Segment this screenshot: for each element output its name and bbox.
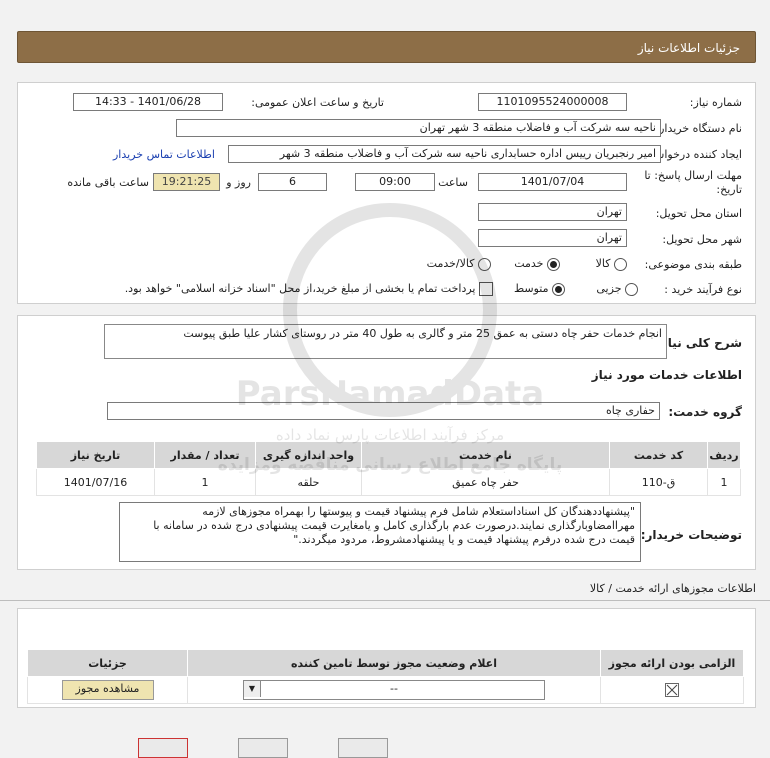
table-row: 1 ق-110 حفر چاه عمیق حلقه 1 1401/07/16 [36,468,741,496]
col-permit-details: جزئیات [27,649,188,677]
buyer-org-label: نام دستگاه خریدار: [655,122,742,135]
deadline-time-label: ساعت [438,176,468,189]
process-medium-radio[interactable] [552,282,565,296]
permits-panel: الزامی بودن ارائه مجوز اعلام وضعیت مجوز … [17,608,756,708]
col-row-number: ردیف [707,441,741,469]
category-goods-label: کالا [595,257,611,270]
col-service-code: کد خدمت [609,441,708,469]
category-goods-service-radio[interactable] [478,257,491,271]
page-title: جزئیات اطلاعات نیاز [637,41,740,55]
description-field: انجام خدمات حفر چاه دستی به عمق 25 متر و… [104,324,667,359]
deadline-time-field: 09:00 [355,173,435,191]
process-medium-label: متوسط [513,282,549,295]
cell-row-number: 1 [707,468,741,496]
buyer-contact-link[interactable]: اطلاعات تماس خریدار [113,148,215,161]
services-table-header: ردیف کد خدمت نام خدمت واحد اندازه گیری ت… [36,441,741,469]
col-unit: واحد اندازه گیری [255,441,362,469]
cell-unit: حلقه [255,468,362,496]
buyer-notes-field: "پیشنهاددهندگان کل اسناداستعلام شامل فرم… [119,502,641,562]
treasury-payment-option[interactable]: پرداخت تمام یا بخشی از مبلغ خرید،از محل … [125,282,493,296]
process-minor-radio[interactable] [625,282,638,296]
cell-need-date: 1401/07/16 [36,468,155,496]
permit-status-value: -- [390,682,398,695]
cell-service-name: حفر چاه عمیق [361,468,610,496]
city-label: شهر محل تحویل: [662,233,742,246]
close-icon [666,684,678,696]
permit-status-select[interactable]: -- ▼ [243,680,545,700]
bottom-action-button-3[interactable] [338,738,388,758]
buyer-notes-label: توضیحات خریدار: [640,528,742,542]
category-goods-service-label: کالا/خدمت [426,257,475,270]
category-service-label: خدمت [514,257,544,270]
description-label: شرح کلی نیاز: [656,336,742,350]
city-field: تهران [478,229,627,247]
service-group-label: گروه خدمت: [668,405,742,419]
service-group-field: حفاری چاه [107,402,660,420]
announce-datetime-field: 1401/06/28 - 14:33 [73,93,223,111]
chevron-down-icon: ▼ [244,681,261,697]
col-quantity: تعداد / مقدار [154,441,256,469]
bottom-action-button-1[interactable] [138,738,188,758]
process-type-label: نوع فرآیند خرید : [664,283,742,296]
remaining-time-field: 19:21:25 [153,173,220,191]
deadline-date-label: تاریخ: [716,183,742,196]
category-goods-radio[interactable] [614,257,627,271]
province-label: استان محل تحویل: [655,207,742,220]
need-info-panel: شماره نیاز: 1101095524000008 تاریخ و ساع… [17,82,756,304]
treasury-payment-label: پرداخت تمام یا بخشی از مبلغ خرید،از محل … [124,282,476,295]
deadline-label: مهلت ارسال پاسخ: تا [644,169,742,182]
category-option-service[interactable]: خدمت [514,257,560,271]
services-table: ردیف کد خدمت نام خدمت واحد اندازه گیری ت… [36,441,741,496]
col-need-date: تاریخ نیاز [36,441,155,469]
permits-table: الزامی بودن ارائه مجوز اعلام وضعیت مجوز … [27,649,744,704]
permit-required-checkbox [665,683,679,697]
cell-permit-required [600,676,744,704]
services-section-title: اطلاعات خدمات مورد نیاز [591,368,742,382]
cell-permit-status: -- ▼ [187,676,601,704]
need-number-label: شماره نیاز: [689,96,742,109]
col-service-name: نام خدمت [361,441,610,469]
col-permit-status: اعلام وضعیت مجوز توسط تامین کننده [187,649,601,677]
days-label: روز و [226,176,251,189]
category-option-goods-service[interactable]: کالا/خدمت [427,257,491,271]
need-detail-panel: شرح کلی نیاز: انجام خدمات حفر چاه دستی ب… [17,315,756,570]
view-permit-button[interactable]: مشاهده مجوز [61,680,154,700]
permits-divider [0,600,770,601]
process-option-medium[interactable]: متوسط [514,282,565,296]
cell-service-code: ق-110 [609,468,708,496]
col-permit-required: الزامی بودن ارائه مجوز [600,649,744,677]
cell-quantity: 1 [154,468,256,496]
announce-datetime-label: تاریخ و ساعت اعلان عمومی: [251,96,384,109]
category-option-goods[interactable]: کالا [596,257,627,271]
treasury-payment-checkbox[interactable] [479,282,493,296]
need-number-field: 1101095524000008 [478,93,627,111]
process-minor-label: جزیی [596,282,622,295]
cell-permit-details: مشاهده مجوز [27,676,188,704]
requester-field: امیر رنجبریان رییس اداره حسابداری ناحیه … [228,145,661,163]
category-service-radio[interactable] [547,257,560,271]
permits-table-header: الزامی بودن ارائه مجوز اعلام وضعیت مجوز … [27,649,744,677]
buyer-org-field: ناحیه سه شرکت آب و فاضلاب منطقه 3 شهر ته… [176,119,661,137]
permits-section-title: اطلاعات مجوزهای ارائه خدمت / کالا [589,582,756,595]
page-header: جزئیات اطلاعات نیاز [17,31,756,63]
province-field: تهران [478,203,627,221]
days-remaining-field: 6 [258,173,327,191]
category-label: طبقه بندی موضوعی: [644,258,742,271]
deadline-date-field: 1401/07/04 [478,173,627,191]
process-option-minor[interactable]: جزیی [596,282,638,296]
table-row: -- ▼ مشاهده مجوز [27,676,744,704]
remaining-time-label: ساعت باقی مانده [67,176,149,189]
bottom-action-button-2[interactable] [238,738,288,758]
